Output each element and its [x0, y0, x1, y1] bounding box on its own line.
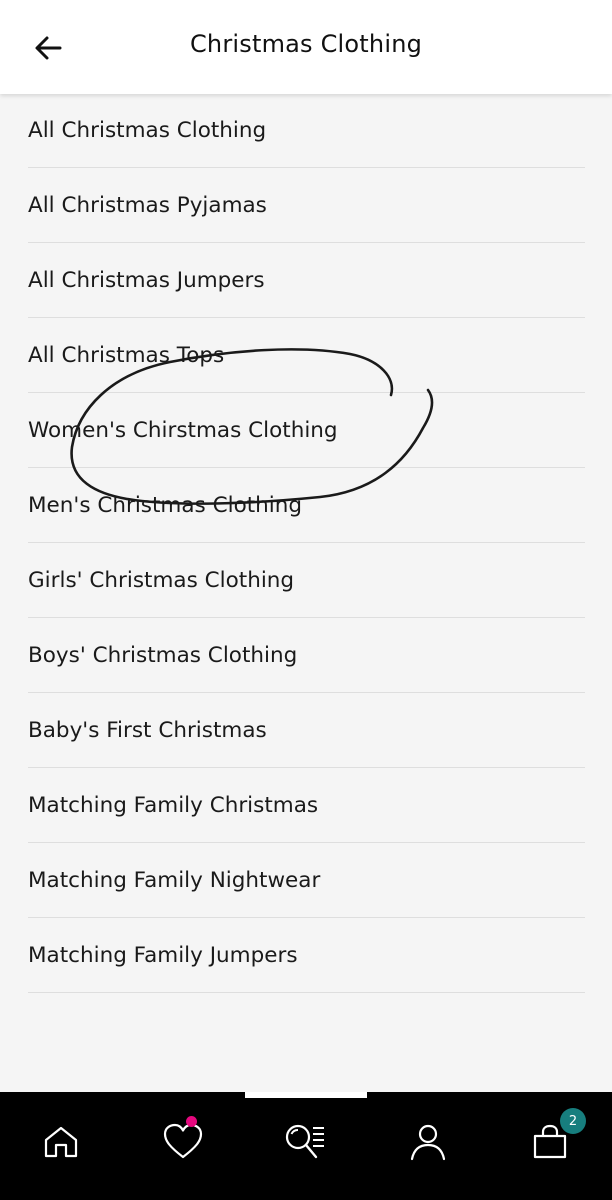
category-item-womens-christmas-clothing[interactable]: Women's Chirstmas Clothing: [28, 393, 585, 468]
search-list-icon: [285, 1124, 324, 1159]
category-item-matching-family-christmas[interactable]: Matching Family Christmas: [28, 768, 585, 843]
heart-icon: [163, 1123, 203, 1159]
page-title: Christmas Clothing: [189, 30, 423, 58]
category-item-boys-christmas-clothing[interactable]: Boys' Christmas Clothing: [28, 618, 585, 693]
category-item-all-christmas-jumpers[interactable]: All Christmas Jumpers: [28, 243, 585, 318]
category-item-mens-christmas-clothing[interactable]: Men's Christmas Clothing: [28, 468, 585, 543]
category-item-all-christmas-clothing[interactable]: All Christmas Clothing: [28, 94, 585, 168]
nav-bag[interactable]: 2: [518, 1108, 586, 1174]
top-app-bar: Christmas Clothing: [0, 0, 612, 94]
nav-home[interactable]: [29, 1110, 93, 1174]
category-list: All Christmas Clothing All Christmas Pyj…: [28, 94, 585, 993]
bag-count-badge: 2: [560, 1108, 586, 1134]
category-item-all-christmas-tops[interactable]: All Christmas Tops: [28, 318, 585, 393]
category-item-all-christmas-pyjamas[interactable]: All Christmas Pyjamas: [28, 168, 585, 243]
category-item-matching-family-jumpers[interactable]: Matching Family Jumpers: [28, 918, 585, 993]
category-item-babys-first-christmas[interactable]: Baby's First Christmas: [28, 693, 585, 768]
category-item-girls-christmas-clothing[interactable]: Girls' Christmas Clothing: [28, 543, 585, 618]
nav-search[interactable]: [273, 1110, 337, 1174]
category-item-matching-family-nightwear[interactable]: Matching Family Nightwear: [28, 843, 585, 918]
wishlist-indicator-dot: [186, 1116, 197, 1127]
scroll-indicator: [245, 1092, 367, 1098]
nav-wishlist[interactable]: [151, 1110, 215, 1174]
home-icon: [44, 1126, 78, 1158]
nav-account[interactable]: [396, 1110, 460, 1174]
user-icon: [410, 1124, 446, 1161]
bottom-navigation: 2: [0, 1092, 612, 1200]
